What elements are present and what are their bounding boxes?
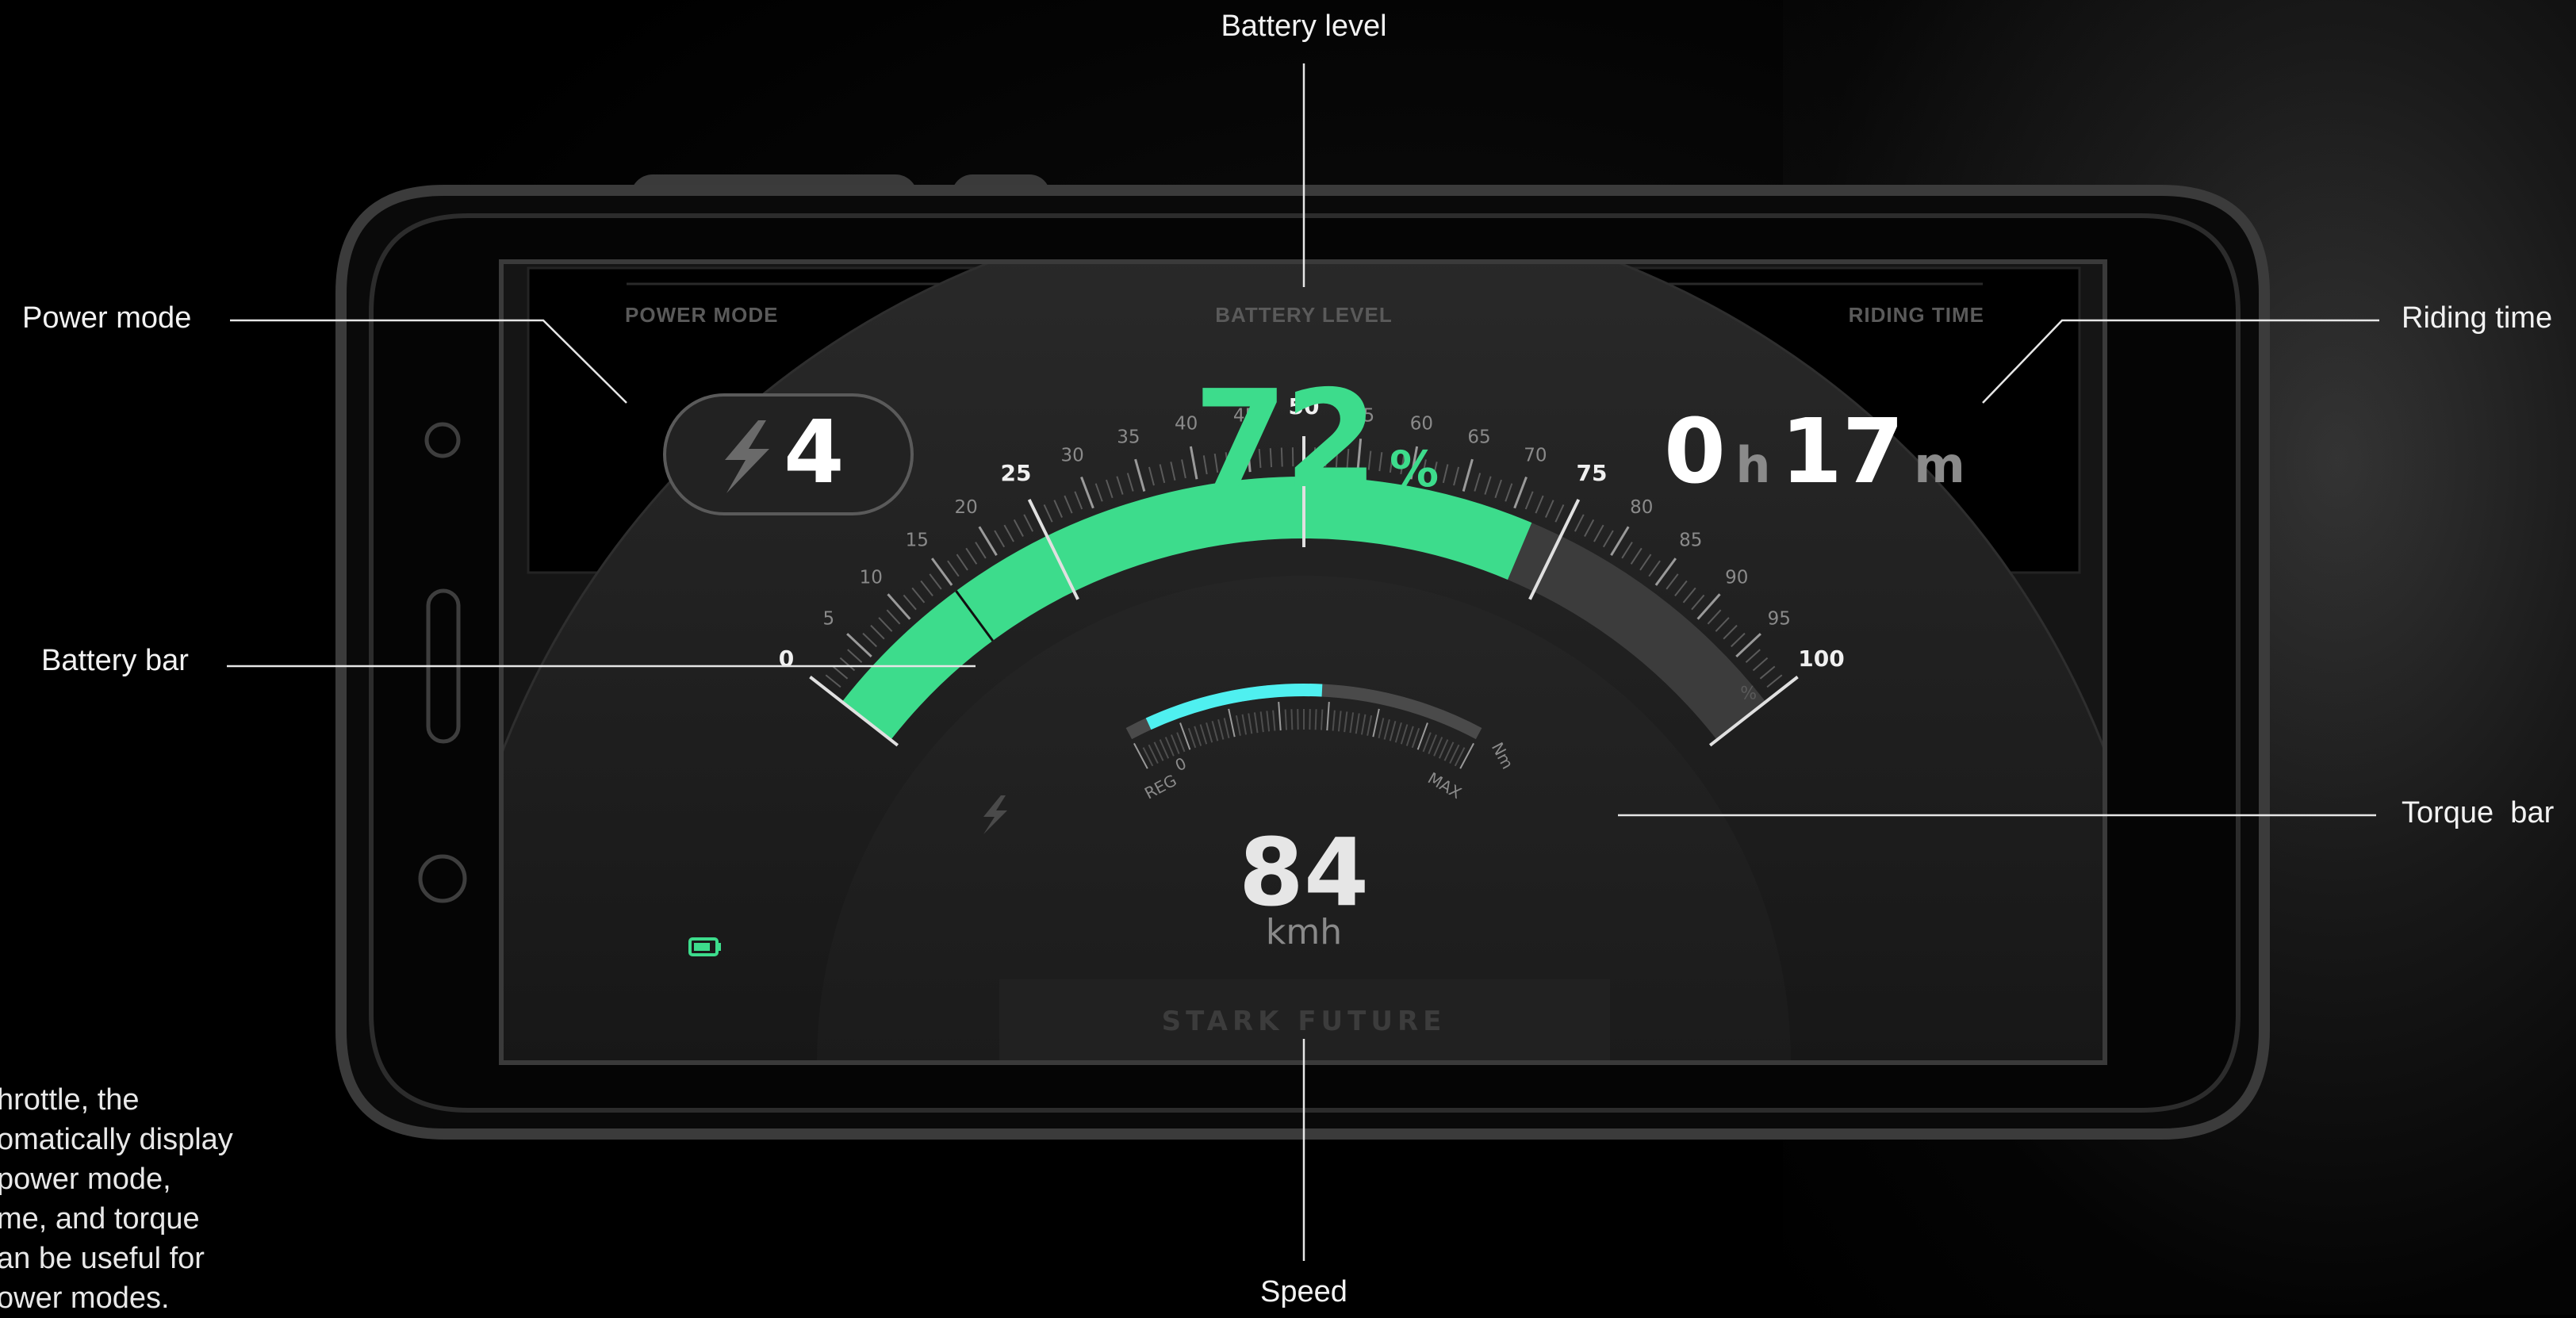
riding-time-hours-unit: h	[1735, 436, 1770, 494]
battery-level-readout: 72 %	[1194, 373, 1439, 550]
battery-tick-label: 10	[860, 567, 883, 588]
side-note-line: an be useful for	[0, 1239, 251, 1278]
battery-tick-label: 30	[1060, 446, 1083, 466]
callout-battery-bar: Battery bar	[41, 644, 189, 678]
side-note-line: hrottle, the	[0, 1080, 251, 1120]
callout-battery-level: Battery level	[1221, 10, 1386, 44]
side-note-line: power mode,	[0, 1159, 251, 1199]
battery-level-label: BATTERY LEVEL	[1215, 303, 1392, 328]
battery-level-unit: %	[1390, 440, 1439, 498]
battery-tick-label: 35	[1117, 427, 1140, 447]
side-note-line: omatically display	[0, 1120, 251, 1159]
callout-torque-bar: Torque bar	[2402, 796, 2554, 830]
battery-tick-label: 20	[955, 497, 978, 518]
riding-time-minutes: 17	[1781, 400, 1904, 504]
power-mode-label: POWER MODE	[625, 303, 778, 328]
battery-tick-label: 15	[906, 530, 929, 550]
power-mode-value: 4	[784, 404, 845, 500]
callout-riding-time: Riding time	[2402, 301, 2552, 335]
battery-tick-label: 95	[1768, 608, 1791, 629]
battery-tick-label: 85	[1679, 530, 1702, 550]
battery-tick-label: 100	[1798, 646, 1844, 672]
battery-tick-label: 80	[1630, 497, 1653, 518]
battery-unit-label: %	[1740, 684, 1757, 704]
battery-tick-label: 65	[1467, 427, 1490, 447]
side-note-text: hrottle, the omatically display power mo…	[0, 1080, 251, 1318]
battery-tick-label: 70	[1524, 446, 1547, 466]
side-note-line: me, and torque	[0, 1199, 251, 1239]
callout-speed: Speed	[1260, 1275, 1347, 1309]
torque-tick	[1321, 710, 1322, 730]
battery-level-value: 72	[1194, 362, 1375, 519]
callout-power-mode: Power mode	[22, 301, 191, 335]
speed-value: 84	[1239, 825, 1369, 920]
phone-illustration: 0510152025303540455055606570758085909510…	[0, 0, 2576, 1315]
battery-tick-label: 0	[779, 646, 794, 672]
battery-tick-label: 90	[1725, 567, 1748, 588]
side-note-line: ower modes.	[0, 1278, 251, 1318]
riding-time-minutes-unit: m	[1914, 436, 1965, 494]
riding-time-hours: 0	[1664, 400, 1726, 504]
battery-tick-label: 5	[822, 608, 834, 629]
riding-time-label: RIDING TIME	[1849, 303, 1984, 328]
torque-tick	[1316, 709, 1317, 730]
battery-tick-label: 75	[1576, 460, 1607, 486]
brand-logo-text: STARK FUTURE	[1162, 1006, 1447, 1037]
speed-unit: kmh	[1266, 912, 1342, 952]
riding-time-readout: 0 h 17 m	[1664, 404, 1965, 527]
battery-tick-label: 25	[1001, 460, 1032, 486]
torque-tick	[1291, 709, 1292, 730]
